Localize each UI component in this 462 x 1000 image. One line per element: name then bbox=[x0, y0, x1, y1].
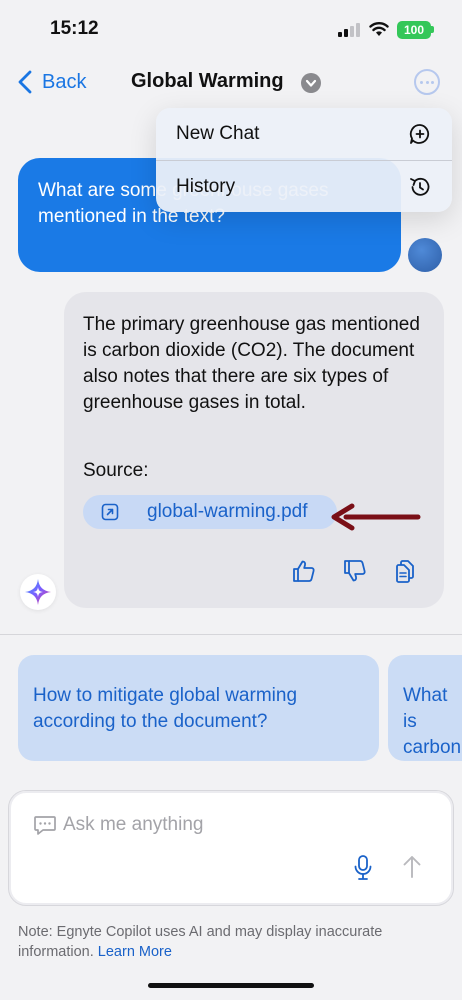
assistant-message-text: The primary greenhouse gas mentioned is … bbox=[83, 314, 420, 413]
chat-bubble-icon bbox=[34, 816, 56, 835]
menu-item-label: New Chat bbox=[176, 123, 260, 144]
section-divider bbox=[0, 634, 462, 635]
menu-item-history[interactable]: History bbox=[156, 161, 452, 213]
battery-indicator: 100 bbox=[397, 21, 431, 39]
send-arrow-icon[interactable] bbox=[401, 854, 423, 880]
back-button[interactable]: Back bbox=[18, 66, 86, 98]
history-icon bbox=[410, 177, 430, 196]
more-icon[interactable] bbox=[414, 69, 440, 95]
back-chevron-icon bbox=[18, 70, 32, 94]
message-input[interactable]: Ask me anything bbox=[63, 814, 203, 836]
cell-signal-icon bbox=[338, 23, 360, 37]
copilot-avatar bbox=[20, 574, 56, 610]
options-menu: New Chat History bbox=[156, 108, 452, 212]
menu-item-new-chat[interactable]: New Chat bbox=[156, 108, 452, 160]
chevron-down-icon[interactable] bbox=[301, 73, 321, 93]
user-avatar bbox=[408, 238, 442, 272]
thumbs-down-icon[interactable] bbox=[342, 558, 368, 584]
annotation-arrow-icon bbox=[331, 503, 421, 531]
open-external-icon bbox=[101, 503, 119, 521]
disclaimer-note: Note: Egnyte Copilot uses AI and may dis… bbox=[18, 922, 438, 962]
chat-title[interactable]: Global Warming bbox=[131, 70, 284, 93]
wifi-icon bbox=[369, 22, 389, 36]
learn-more-link[interactable]: Learn More bbox=[98, 944, 172, 960]
new-chat-icon bbox=[409, 124, 430, 144]
status-time: 15:12 bbox=[50, 18, 99, 39]
suggestion-chip[interactable]: How to mitigate global warming according… bbox=[18, 655, 379, 761]
menu-item-label: History bbox=[176, 176, 236, 197]
source-file-link[interactable]: global-warming.pdf bbox=[83, 495, 337, 529]
suggestion-chip[interactable]: What is carbon bbox=[388, 655, 462, 761]
assistant-message-bubble: The primary greenhouse gas mentioned is … bbox=[64, 292, 444, 608]
copy-icon[interactable] bbox=[392, 558, 418, 584]
message-composer[interactable]: Ask me anything bbox=[8, 790, 454, 906]
source-file-name: global-warming.pdf bbox=[147, 501, 308, 522]
copilot-sparkle-icon bbox=[25, 579, 51, 605]
battery-tip bbox=[431, 26, 434, 33]
microphone-icon[interactable] bbox=[352, 854, 374, 882]
thumbs-up-icon[interactable] bbox=[291, 558, 317, 584]
disclaimer-text: Note: Egnyte Copilot uses AI and may dis… bbox=[18, 924, 383, 960]
home-indicator[interactable] bbox=[148, 983, 314, 988]
source-label: Source: bbox=[83, 460, 149, 481]
back-label: Back bbox=[42, 70, 87, 93]
